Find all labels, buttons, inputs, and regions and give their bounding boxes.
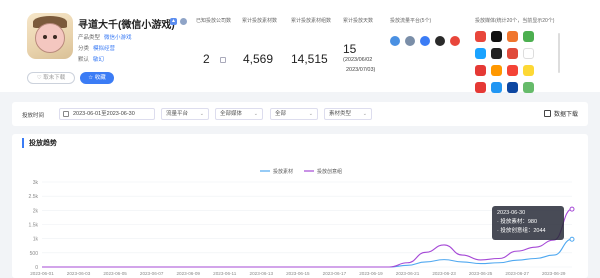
- chart-tooltip: 2023-06-30 · 投放素材：980 · 投放创意组：2044: [492, 206, 564, 240]
- trend-chart-card: 投放趋势 0 500 1k 1.5k 2k 2.5k 3k 2023-06-01 2023-06…: [12, 134, 588, 278]
- time-label: 投放时间: [22, 113, 45, 119]
- studio-link[interactable]: 敏幻: [93, 57, 104, 63]
- media-label: 投放媒体(统计20个，当前显示20个): [475, 18, 555, 24]
- x-tick-label: 2023-06-19: [359, 271, 383, 276]
- app-overview-card: 寻道大千(微信小游戏) ▲ 产品类型 微信小游戏 分类 模拟经营 默认 敏幻 ♡ 取未…: [0, 0, 600, 93]
- android-icon: ▲: [170, 18, 177, 25]
- x-tick-label: 2023-06-21: [396, 271, 420, 276]
- creatives-value: 14,515: [291, 52, 328, 66]
- media-logo-icon[interactable]: [475, 31, 486, 42]
- media-select[interactable]: 全部媒体 ⌄: [215, 108, 263, 120]
- x-tick-label: 2023-06-03: [67, 271, 91, 276]
- materials-label: 累计投放素材数: [242, 18, 278, 24]
- days-range-end: 2023/07/03): [346, 67, 376, 73]
- category-link[interactable]: 模拟经营: [93, 46, 115, 52]
- category-row: 分类 模拟经营: [78, 46, 116, 52]
- chevron-down-icon: ⌄: [253, 111, 258, 117]
- favorite-button[interactable]: ☆ 收藏: [80, 72, 114, 84]
- days-value: 15: [343, 42, 357, 56]
- platform-icons: ▲: [170, 18, 187, 25]
- media-logo-icon[interactable]: [523, 65, 534, 76]
- media-scrollbar[interactable]: [558, 33, 560, 73]
- x-tick-label: 2023-06-29: [542, 271, 566, 276]
- media-logo-icon[interactable]: [491, 31, 502, 42]
- media-logo-icon[interactable]: [507, 65, 518, 76]
- x-tick-label: 2023-06-13: [250, 271, 274, 276]
- media-logo-grid: [475, 31, 543, 93]
- tooltip-material: · 投放素材：980: [497, 219, 538, 225]
- platform-logo-icon[interactable]: [390, 36, 400, 46]
- platforms-label: 投放流量平台(5个): [390, 18, 432, 24]
- y-tick-label: 2.5k: [29, 194, 39, 200]
- series-point: [569, 236, 575, 242]
- x-tick-label: 2023-06-09: [176, 271, 200, 276]
- all-select[interactable]: 全部 ⌄: [270, 108, 318, 120]
- media-logo-icon[interactable]: [507, 48, 518, 59]
- product-type-row: 产品类型 微信小游戏: [78, 35, 132, 41]
- y-tick-label: 3k: [33, 180, 39, 186]
- chevron-down-icon: ⌄: [362, 111, 367, 117]
- companies-label: 已知投放公司数: [196, 18, 232, 24]
- filter-bar: 投放时间 2023-06-01至2023-06-30 流量平台 ⌄ 全部媒体 ⌄ 全…: [12, 102, 588, 126]
- data-download-button[interactable]: 数据下载: [543, 109, 578, 118]
- media-logo-icon[interactable]: [507, 82, 518, 93]
- days-range-start: (2023/06/02: [343, 57, 373, 63]
- creatives-label: 累计投放素材组数: [291, 18, 332, 24]
- download-icon: [543, 110, 551, 117]
- legend-label: 投放素材: [273, 168, 293, 175]
- app-logo: [27, 13, 73, 59]
- days-label: 累计投放天数: [343, 18, 374, 24]
- media-logo-icon[interactable]: [475, 82, 486, 93]
- platform-logo-icon[interactable]: [405, 36, 415, 46]
- media-logo-icon[interactable]: [491, 48, 502, 59]
- x-tick-label: 2023-06-05: [103, 271, 127, 276]
- legend-label: 投放创意组: [317, 168, 342, 175]
- apple-icon: [180, 18, 187, 25]
- traffic-platform-select[interactable]: 流量平台 ⌄: [161, 108, 209, 120]
- companies-value: 2: [203, 52, 210, 66]
- y-tick-label: 500: [30, 251, 39, 257]
- x-tick-label: 2023-06-07: [140, 271, 164, 276]
- materials-value: 4,569: [243, 52, 274, 66]
- series-point: [569, 206, 575, 212]
- platform-logo-icon[interactable]: [435, 36, 445, 46]
- unpublished-button[interactable]: ♡ 取未下载: [27, 72, 75, 84]
- media-logo-icon[interactable]: [475, 65, 486, 76]
- media-logo-icon[interactable]: [475, 48, 486, 59]
- platform-logo-icon[interactable]: [450, 36, 460, 46]
- media-logo-icon[interactable]: [523, 31, 534, 42]
- media-logo-icon[interactable]: [523, 82, 534, 93]
- expand-box-icon[interactable]: [220, 57, 226, 63]
- app-title: 寻道大千(微信小游戏): [78, 20, 175, 31]
- platform-logo-icon[interactable]: [420, 36, 430, 46]
- media-logo-icon[interactable]: [523, 48, 534, 59]
- x-tick-label: 2023-06-15: [286, 271, 310, 276]
- x-tick-label: 2023-06-11: [213, 271, 237, 276]
- calendar-icon: [63, 111, 69, 117]
- x-tick-label: 2023-06-27: [505, 271, 529, 276]
- tooltip-creative: · 投放创意组：2044: [497, 228, 546, 234]
- y-tick-label: 2k: [33, 208, 39, 214]
- y-tick-label: 1k: [33, 237, 39, 243]
- media-logo-icon[interactable]: [491, 65, 502, 76]
- x-tick-label: 2023-06-25: [469, 271, 493, 276]
- studio-row: 默认 敏幻: [78, 57, 105, 63]
- y-tick-label: 1.5k: [29, 223, 39, 229]
- chevron-down-icon: ⌄: [308, 111, 313, 117]
- x-tick-label: 2023-06-23: [432, 271, 456, 276]
- tooltip-date: 2023-06-30: [497, 210, 526, 216]
- product-type-link[interactable]: 微信小游戏: [104, 35, 132, 41]
- chevron-down-icon: ⌄: [199, 111, 204, 117]
- platform-logo-row: [390, 36, 460, 46]
- x-tick-label: 2023-06-17: [323, 271, 347, 276]
- date-range-picker[interactable]: 2023-06-01至2023-06-30: [59, 108, 155, 120]
- media-logo-icon[interactable]: [491, 82, 502, 93]
- material-type-select[interactable]: 素材类型 ⌄: [324, 108, 372, 120]
- media-logo-icon[interactable]: [507, 31, 518, 42]
- x-tick-label: 2023-06-01: [30, 271, 54, 276]
